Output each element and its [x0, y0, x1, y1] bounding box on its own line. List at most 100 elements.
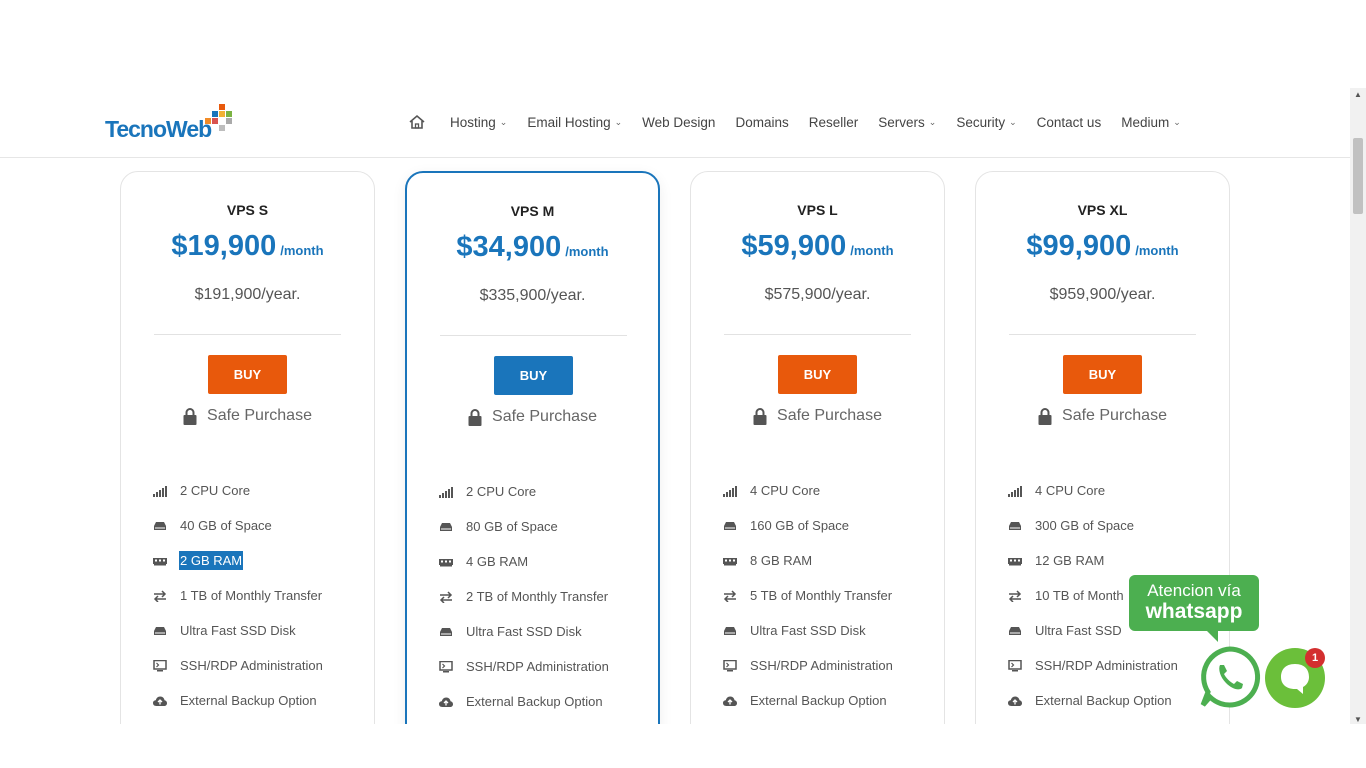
feature-text: 2 TB of Monthly Transfer	[466, 589, 609, 604]
feature-item: 1 TB of Monthly Transfer	[153, 578, 363, 613]
hard-drive-icon	[1009, 521, 1021, 530]
nav-web-design[interactable]: Web Design	[642, 115, 715, 130]
lock-icon	[753, 407, 767, 425]
feature-text: 300 GB of Space	[1035, 518, 1135, 533]
nav-label: Web Design	[642, 114, 716, 130]
feature-item: Ultra Fast SSD Disk	[723, 613, 933, 648]
feature-item: 8 GB RAM	[723, 543, 933, 578]
whatsapp-badge-tail	[1204, 628, 1218, 642]
nav-label: Reseller	[808, 114, 859, 130]
price-period: /month	[1135, 243, 1179, 258]
home-icon[interactable]	[408, 114, 426, 130]
safe-purchase-label: Safe Purchase	[492, 408, 597, 425]
feature-list: 2 CPU Core 80 GB of Space 4 GB RAM 2 TB of …	[439, 474, 649, 719]
monitor-terminal-icon	[723, 659, 737, 671]
page-scrollbar[interactable]: ▲ ▼	[1350, 88, 1366, 724]
feature-item: 2 CPU Core	[439, 474, 649, 509]
signal-bars-icon	[1008, 485, 1022, 497]
plan-card-vps-s: VPS S $19,900/month $191,900/year. BUY Safe …	[120, 171, 375, 724]
top-blank-area	[0, 0, 1350, 88]
scroll-thumb[interactable]	[1353, 138, 1363, 214]
whatsapp-attention-badge[interactable]: Atencion vía whatsapp	[1129, 575, 1259, 631]
safe-purchase: Safe Purchase	[407, 408, 658, 426]
memory-icon	[723, 557, 737, 565]
feature-text: 40 GB of Space	[180, 518, 272, 533]
nav-reseller[interactable]: Reseller	[809, 115, 859, 130]
ssd-disk-icon	[724, 626, 736, 635]
feature-item: 4 CPU Core	[723, 473, 933, 508]
nav-label: Hosting	[450, 114, 496, 130]
feature-text: 12 GB RAM	[1035, 553, 1105, 568]
feature-item: External Backup Option	[723, 683, 933, 718]
tecnoweb-logo[interactable]: TecnoWeb	[105, 102, 235, 144]
nav-domains[interactable]: Domains	[735, 115, 788, 130]
lock-icon	[183, 407, 197, 425]
main-nav: Hosting ⌄ Email Hosting ⌄ Web Design Domains R…	[408, 114, 1201, 130]
feature-list: 4 CPU Core 160 GB of Space 8 GB RAM 5 TB of…	[723, 473, 933, 718]
price-amount: $19,900	[171, 230, 277, 262]
memory-icon	[439, 558, 453, 566]
price-period: /month	[850, 243, 894, 258]
feature-text: 4 CPU Core	[1035, 483, 1106, 498]
hard-drive-icon	[440, 522, 452, 531]
safe-purchase-label: Safe Purchase	[207, 407, 312, 424]
feature-item: 40 GB of Space	[153, 508, 363, 543]
feature-text: Ultra Fast SSD Disk	[466, 624, 582, 639]
scroll-up-arrow-icon[interactable]: ▲	[1354, 90, 1362, 99]
buy-button[interactable]: BUY	[494, 356, 573, 395]
feature-text: 2 CPU Core	[466, 484, 537, 499]
nav-email-hosting[interactable]: Email Hosting ⌄	[527, 115, 622, 130]
hard-drive-icon	[154, 521, 166, 530]
feature-text: SSH/RDP Administration	[180, 658, 323, 673]
plan-card-vps-l: VPS L $59,900/month $575,900/year. BUY Safe …	[690, 171, 945, 724]
transfer-arrows-icon	[153, 589, 167, 602]
nav-label: Security	[956, 114, 1006, 130]
feature-item: Ultra Fast SSD Disk	[153, 613, 363, 648]
chevron-down-icon: ⌄	[1173, 116, 1181, 127]
scroll-down-arrow-icon[interactable]: ▼	[1354, 715, 1362, 724]
whatsapp-line2: whatsapp	[1145, 600, 1243, 623]
whatsapp-line1: Atencion vía	[1147, 581, 1241, 600]
nav-hosting[interactable]: Hosting ⌄	[450, 115, 507, 130]
safe-purchase-label: Safe Purchase	[777, 407, 882, 424]
ssd-disk-icon	[1009, 626, 1021, 635]
ssd-disk-icon	[154, 626, 166, 635]
feature-text: 160 GB of Space	[750, 518, 850, 533]
feature-text: External Backup Option	[750, 693, 887, 708]
nav-medium[interactable]: Medium ⌄	[1121, 115, 1181, 130]
memory-icon	[153, 557, 167, 565]
plan-price: $59,900/month	[691, 230, 944, 263]
nav-servers[interactable]: Servers ⌄	[878, 115, 936, 130]
buy-button[interactable]: BUY	[1063, 355, 1142, 394]
page: TecnoWeb Hosting ⌄ Email Hosting ⌄ Web Desig…	[0, 0, 1366, 768]
plan-name: VPS L	[797, 202, 838, 218]
buy-button[interactable]: BUY	[208, 355, 287, 394]
feature-item: 5 TB of Monthly Transfer	[723, 578, 933, 613]
chevron-down-icon: ⌄	[614, 116, 623, 127]
safe-purchase-label: Safe Purchase	[1062, 407, 1167, 424]
divider	[724, 334, 911, 335]
feature-text: External Backup Option	[1035, 693, 1172, 708]
yearly-price: $959,900/year.	[1049, 286, 1156, 303]
chevron-down-icon: ⌄	[1009, 116, 1017, 127]
buy-button[interactable]: BUY	[778, 355, 857, 394]
feature-text: 80 GB of Space	[466, 519, 558, 534]
feature-text: SSH/RDP Administration	[466, 659, 609, 674]
feature-text: Ultra Fast SSD	[1035, 623, 1122, 638]
feature-text: SSH/RDP Administration	[1035, 658, 1178, 673]
nav-label: Email Hosting	[527, 114, 611, 130]
transfer-arrows-icon	[1008, 589, 1022, 602]
nav-contact-us[interactable]: Contact us	[1037, 115, 1102, 130]
signal-bars-icon	[153, 485, 167, 497]
whatsapp-icon[interactable]	[1198, 645, 1262, 709]
feature-text: Ultra Fast SSD Disk	[750, 623, 866, 638]
safe-purchase: Safe Purchase	[691, 407, 944, 425]
price-amount: $59,900	[741, 230, 847, 262]
nav-security[interactable]: Security ⌄	[956, 115, 1016, 130]
feature-item: SSH/RDP Administration	[723, 648, 933, 683]
signal-bars-icon	[439, 486, 453, 498]
monitor-terminal-icon	[153, 659, 167, 671]
cloud-upload-icon	[439, 697, 453, 707]
feature-text: 2 GB RAM	[179, 551, 244, 570]
feature-item: External Backup Option	[1008, 683, 1218, 718]
